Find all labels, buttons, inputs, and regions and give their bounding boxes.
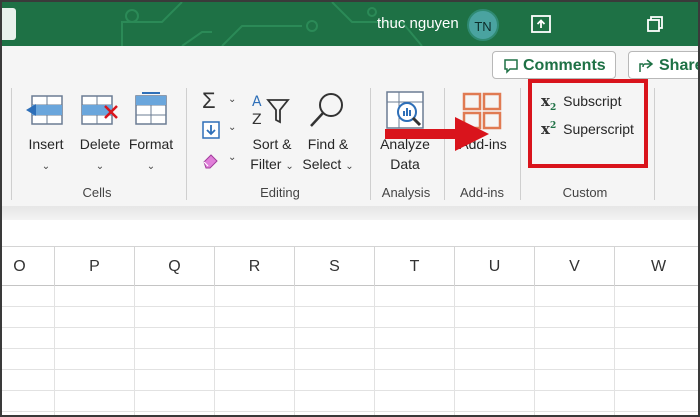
delete-button[interactable]: Delete ⌄ — [72, 134, 128, 177]
chevron-down-icon: ⌄ — [228, 94, 237, 105]
comments-button[interactable]: Comments — [492, 51, 616, 79]
group-separator — [370, 88, 371, 200]
format-button[interactable]: Format ⌄ — [123, 134, 179, 177]
format-cells-icon — [135, 92, 167, 125]
group-separator — [520, 88, 521, 200]
custom-group-highlight-box — [528, 79, 648, 168]
find-select-label-line1: Find & — [307, 136, 349, 152]
autosum-button[interactable]: Σ ⌄ — [198, 88, 242, 113]
share-label: Share — [659, 57, 700, 74]
fill-button[interactable]: ⌄ — [198, 118, 242, 142]
column-line — [614, 286, 615, 415]
chevron-down-icon: ⌄ — [345, 161, 354, 172]
comments-label: Comments — [523, 57, 606, 74]
eraser-icon — [203, 154, 218, 169]
insert-button[interactable]: Insert ⌄ — [16, 134, 76, 177]
column-header-t[interactable]: T — [374, 247, 454, 287]
svg-text:Z: Z — [252, 112, 262, 128]
chevron-down-icon: ⌄ — [228, 122, 237, 133]
sort-filter-button[interactable]: Sort & Filter ⌄ — [242, 134, 302, 177]
column-line — [534, 286, 535, 415]
column-header-o[interactable]: O — [2, 247, 54, 287]
column-line — [214, 286, 215, 415]
svg-text:A: A — [252, 94, 262, 110]
comment-icon — [504, 59, 518, 74]
chevron-down-icon: ⌄ — [285, 161, 294, 172]
column-headers: O P Q R S T U V W — [2, 246, 698, 287]
cell-grid[interactable] — [2, 286, 698, 415]
file-tab-edge[interactable] — [2, 8, 16, 40]
row-line — [2, 306, 698, 307]
column-header-u[interactable]: U — [454, 247, 534, 287]
find-select-button[interactable]: Find & Select ⌄ — [297, 134, 359, 177]
chevron-down-icon: ⌄ — [146, 161, 156, 172]
red-arrow-icon — [385, 117, 489, 151]
editing-group-label: Editing — [260, 185, 300, 200]
group-separator — [654, 88, 655, 200]
magnifier-icon — [310, 93, 343, 127]
ribbon-bottom-edge — [2, 206, 698, 220]
row-line — [2, 411, 698, 412]
ribbon: Comments Share Insert ⌄ Delete ⌄ Format … — [2, 46, 700, 206]
sort-filter-label-line1: Sort & — [252, 136, 292, 152]
custom-group-label: Custom — [562, 185, 608, 200]
column-header-p[interactable]: P — [54, 247, 134, 287]
chevron-down-icon: ⌄ — [95, 161, 105, 172]
group-separator — [11, 88, 12, 200]
share-icon — [639, 59, 654, 72]
title-bar: thuc nguyen TN — [2, 2, 698, 46]
analysis-group-label: Analysis — [381, 185, 431, 200]
clear-button[interactable]: ⌄ — [198, 148, 242, 172]
column-header-s[interactable]: S — [294, 247, 374, 287]
addins-group-label: Add-ins — [459, 185, 505, 200]
column-header-w[interactable]: W — [614, 247, 698, 287]
column-line — [294, 286, 295, 415]
formula-bar-area — [2, 220, 698, 246]
delete-cells-icon — [81, 95, 118, 125]
share-button[interactable]: Share — [628, 51, 700, 79]
chevron-down-icon: ⌄ — [41, 161, 51, 172]
ribbon-display-options-icon[interactable] — [529, 12, 553, 36]
row-line — [2, 348, 698, 349]
column-line — [134, 286, 135, 415]
cells-group-label: Cells — [82, 185, 112, 200]
restore-window-icon[interactable] — [643, 12, 667, 36]
column-line — [374, 286, 375, 415]
group-separator — [186, 88, 187, 200]
column-header-v[interactable]: V — [534, 247, 614, 287]
column-line — [54, 286, 55, 415]
user-avatar[interactable]: TN — [467, 9, 499, 41]
insert-label: Insert — [28, 136, 64, 152]
row-line — [2, 327, 698, 328]
analyze-data-label-line2: Data — [390, 156, 420, 172]
fill-down-icon — [202, 121, 220, 139]
excel-window: thuc nguyen TN Comments Share Insert ⌄ D… — [0, 0, 700, 417]
column-line — [454, 286, 455, 415]
find-select-label-line2: Select — [302, 156, 342, 172]
chevron-down-icon: ⌄ — [228, 152, 237, 163]
column-header-q[interactable]: Q — [134, 247, 214, 287]
sort-filter-label-line2: Filter — [250, 156, 282, 172]
format-label: Format — [128, 136, 174, 152]
column-header-r[interactable]: R — [214, 247, 294, 287]
sigma-icon: Σ — [202, 88, 216, 113]
insert-cells-icon — [26, 95, 63, 125]
row-line — [2, 390, 698, 391]
row-line — [2, 369, 698, 370]
delete-label: Delete — [79, 136, 121, 152]
sort-filter-icon: A Z — [252, 94, 290, 128]
user-name: thuc nguyen — [377, 15, 459, 32]
